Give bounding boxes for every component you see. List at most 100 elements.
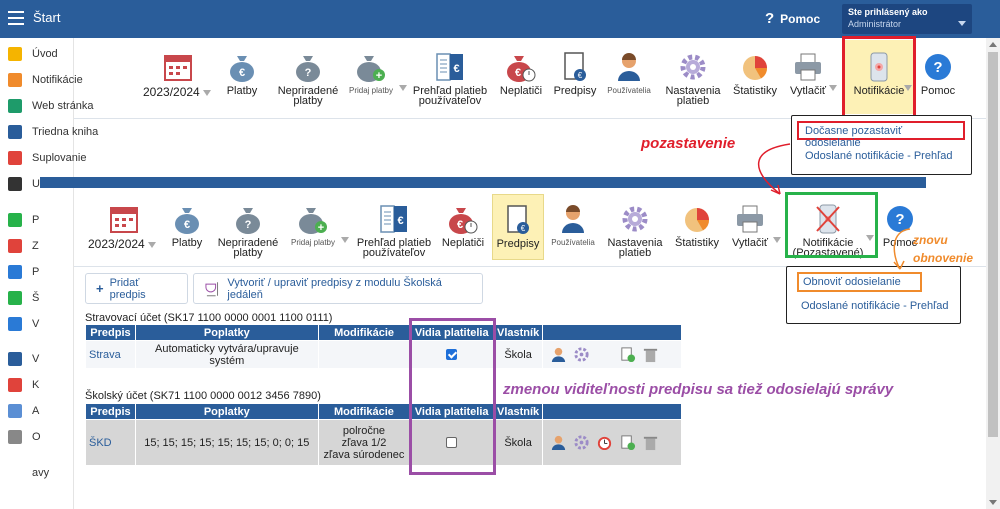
year-select[interactable]: 2023/2024 <box>88 237 156 251</box>
sent-notifications-item[interactable]: Odoslané notifikácie - Prehľad <box>805 150 953 162</box>
svg-text:€: € <box>397 215 403 227</box>
sidebar-item-label: A <box>32 405 40 417</box>
table-row: ŠKD 15; 15; 15; 15; 15; 15; 15; 0; 0; 15… <box>85 419 682 466</box>
document-euro-icon: € <box>507 205 529 234</box>
gear-icon <box>8 430 22 444</box>
sidebar-item-11[interactable]: V <box>8 349 39 369</box>
check-circle-icon <box>8 213 22 227</box>
toolbar-platby[interactable]: € Platby <box>222 48 262 97</box>
bar-chart-icon <box>8 317 22 331</box>
book-icon <box>8 125 22 139</box>
user-icon[interactable] <box>550 434 567 451</box>
toolbar-neplatici[interactable]: € Neplatiči <box>498 48 544 97</box>
chevron-down-icon <box>773 237 781 243</box>
toolbar-pouzivatelia[interactable]: Používatelia <box>548 200 598 248</box>
sidebar-item-label: Web stránka <box>32 100 94 112</box>
toolbar-prehlad[interactable]: € Prehľad platieb používateľov <box>410 48 490 107</box>
toolbar-nastavenia[interactable]: Nastavenia platieb <box>662 48 724 107</box>
alarm-clock-icon[interactable] <box>596 434 613 451</box>
sidebar-item-14[interactable]: O <box>8 427 41 447</box>
help-circle-icon: ? <box>925 54 951 80</box>
modifikacia-3: zľava súrodenec <box>323 448 405 461</box>
scroll-down-icon[interactable] <box>989 500 997 505</box>
money-bag-euro-icon: € <box>175 208 199 234</box>
app-title[interactable]: Štart <box>33 10 60 25</box>
svg-text:€: € <box>239 67 245 79</box>
toolbar-nepriradene[interactable]: ? Nepriradené platby <box>278 48 338 107</box>
col-modifikacie: Modifikácie <box>317 403 411 420</box>
sidebar-item-13[interactable]: A <box>8 401 39 421</box>
sidebar-item-9[interactable]: Š <box>8 288 39 308</box>
user-icon[interactable] <box>550 346 567 363</box>
toolbar-nepriradene[interactable]: ? Nepriradené platby <box>218 200 278 259</box>
add-predpis-button[interactable]: + Pridať predpis <box>85 273 188 304</box>
toolbar-vytlacit[interactable]: Vytlačiť <box>730 200 770 249</box>
toolbar-neplatici[interactable]: € Neplatiči <box>440 200 486 249</box>
chevron-down-icon <box>399 85 407 91</box>
sidebar-item-15[interactable]: avy <box>8 463 49 483</box>
hamburger-menu-icon[interactable] <box>8 11 24 25</box>
predpis-name[interactable]: Strava <box>89 349 121 361</box>
printer-icon <box>737 205 763 233</box>
modifikacie-cell <box>317 340 411 369</box>
sidebar-item-0[interactable]: Úvod <box>8 44 58 64</box>
sidebar-item-10[interactable]: V <box>8 314 39 334</box>
toolbar-statistiky[interactable]: Štatistiky <box>730 48 780 97</box>
resume-sending-item[interactable]: Obnoviť odosielanie <box>797 272 922 292</box>
toolbar-pridaj[interactable]: + Pridaj platby <box>288 200 338 248</box>
toolbar-nastavenia[interactable]: Nastavenia platieb <box>604 200 666 259</box>
money-bag-alarm-icon: € <box>449 208 478 234</box>
year-select[interactable]: 2023/2024 <box>143 85 211 99</box>
sent-notifications-item[interactable]: Odoslané notifikácie - Prehľad <box>801 300 949 312</box>
house-icon <box>8 99 22 113</box>
sidebar-item-label: Suplovanie <box>32 152 87 164</box>
toolbar-prehlad[interactable]: € Prehľad platieb používateľov <box>354 200 434 259</box>
sidebar-item-3[interactable]: Triedna kniha <box>8 122 98 142</box>
toolbar-pridaj-label: Pridaj platby <box>348 86 394 95</box>
gear-icon[interactable] <box>573 346 590 363</box>
sidebar-item-1[interactable]: Notifikácie <box>8 70 83 90</box>
money-bag-alarm-icon: € <box>507 56 536 82</box>
scroll-thumb[interactable] <box>988 52 998 437</box>
toolbar-statistiky[interactable]: Štatistiky <box>672 200 722 249</box>
toolbar-vytlacit[interactable]: Vytlačiť <box>788 48 828 97</box>
poplatky-cell: Automaticky vytvára/upravuje systém <box>134 340 319 369</box>
toolbar-platby[interactable]: € Platby <box>167 200 207 249</box>
help-link[interactable]: ? Pomoc <box>765 10 820 27</box>
trash-icon[interactable] <box>642 346 659 363</box>
gear-icon[interactable] <box>573 434 590 451</box>
predpis-link[interactable]: ŠKD <box>85 419 136 466</box>
sidebar-item-2[interactable]: Web stránka <box>8 96 94 116</box>
scroll-up-icon[interactable] <box>989 42 997 47</box>
copy-add-icon[interactable] <box>619 346 636 363</box>
modifikacia-2: zľava 1/2 <box>341 436 387 449</box>
col-predpis: Predpis <box>85 403 136 420</box>
toolbar-pridaj[interactable]: + Pridaj platby <box>346 48 396 96</box>
scrollbar[interactable] <box>986 38 1000 509</box>
toolbar-pouzivatelia[interactable]: Používatelia <box>604 48 654 96</box>
pause-sending-item[interactable]: Dočasne pozastaviť odosielanie <box>797 121 965 149</box>
trash-icon[interactable] <box>642 434 659 451</box>
table-header-row: Predpis Poplatky Modifikácie Vidia plati… <box>85 403 682 420</box>
sidebar-item-6[interactable]: P <box>8 210 39 230</box>
predpis-link[interactable]: Strava <box>85 340 136 369</box>
user-menu[interactable]: Ste prihlásený ako Administrátor <box>842 4 972 34</box>
sidebar-item-4[interactable]: Suplovanie <box>8 148 86 168</box>
toolbar-predpisy[interactable]: € Predpisy <box>492 194 544 260</box>
svg-text:€: € <box>515 67 521 79</box>
col-modifikacie: Modifikácie <box>317 324 411 341</box>
highlight-box-purple <box>409 318 496 475</box>
toolbar-pomoc[interactable]: ? Pomoc <box>918 48 958 97</box>
sidebar-item-12[interactable]: K <box>8 375 39 395</box>
create-from-canteen-button[interactable]: Vytvoriť / upraviť predpisy z modulu Ško… <box>193 273 483 304</box>
sidebar-item-8[interactable]: P <box>8 262 39 282</box>
toolbar-predpisy[interactable]: € Predpisy <box>552 48 598 97</box>
notifications-paused-dropdown: Obnoviť odosielanie Odoslané notifikácie… <box>786 266 961 324</box>
predpisy-table-1: Predpis Poplatky Modifikácie Vidia plati… <box>85 324 682 369</box>
canteen-icon <box>205 281 219 296</box>
copy-add-icon[interactable] <box>619 434 636 451</box>
sidebar-item-5[interactable]: U <box>8 174 40 194</box>
shield-icon <box>8 291 22 305</box>
predpis-name[interactable]: ŠKD <box>89 437 112 449</box>
sidebar-item-7[interactable]: Z <box>8 236 39 256</box>
